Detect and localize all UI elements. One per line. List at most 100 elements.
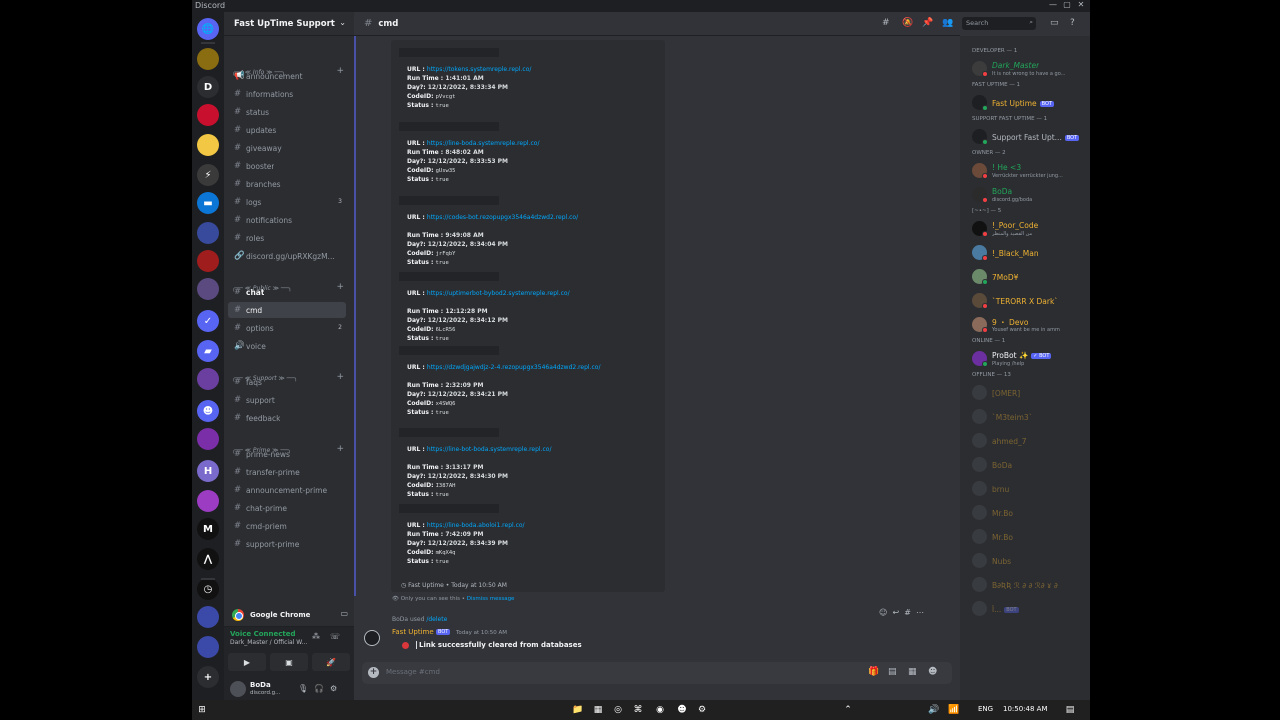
discord-taskbar-icon[interactable]: ☻ [676,704,688,716]
channel-item[interactable]: # cmd-priem [228,518,346,534]
close-window-button[interactable]: ✕ [1074,0,1088,9]
member-list-icon[interactable]: 👥 [942,18,953,28]
entry-url-link[interactable]: https://uptimerbot-bybod2.systemreple.re… [427,290,570,297]
member-item[interactable]: `TERORR X Dark` [968,290,1086,312]
guild-header[interactable]: Fast UpTime Support ⌄ [224,12,354,36]
opera-icon[interactable]: ◎ [612,704,624,716]
server-icon[interactable] [197,48,219,70]
scroll-track[interactable] [354,36,356,596]
file-explorer-icon[interactable]: 📁 [572,704,584,716]
headphones-icon[interactable]: 🎧 [314,684,324,693]
member-item[interactable]: !_Black_Man [968,242,1086,264]
channel-item[interactable]: # chat [228,284,346,300]
channel-item[interactable]: # roles [228,230,346,246]
member-item[interactable]: أ... BOT [968,598,1086,620]
activity-button[interactable]: 🚀 [312,653,350,671]
member-item[interactable]: ! He <3 Verrückter verrückter jung... [968,160,1086,182]
taskbar-clock[interactable]: 10:50:48 AM [1003,705,1048,713]
server-icon[interactable] [197,250,219,272]
server-icon[interactable] [197,490,219,512]
mic-icon[interactable]: 🎙 [298,684,308,693]
channel-item[interactable]: # announcement-prime [228,482,346,498]
sticker-icon[interactable]: ▦ [908,667,917,677]
share-screen-button[interactable]: ▣ [270,653,308,671]
channel-item[interactable]: # support-prime [228,536,346,552]
activity-row[interactable]: Google Chrome ▭ [224,606,354,624]
channel-item[interactable]: 🗓Events [228,44,346,48]
disconnect-icon[interactable]: ☏ [330,632,340,641]
screen-share-icon[interactable]: ▭ [340,609,348,618]
mute-bell-icon[interactable]: 🔕 [902,18,913,28]
server-icon[interactable] [197,428,219,450]
inbox-icon[interactable]: ▭ [1050,18,1059,28]
network-icon[interactable]: 📶 [948,704,960,716]
channel-item[interactable]: # status [228,104,346,120]
member-item[interactable]: Mr.Bo [968,502,1086,524]
gift-icon[interactable]: 🎁 [868,667,879,677]
member-item[interactable]: Dark_Master It is not wrong to have a go.… [968,58,1086,80]
voice-status[interactable]: Voice Connected [230,630,296,638]
member-item[interactable]: ahmed_7 [968,430,1086,452]
server-icon[interactable]: D [197,76,219,98]
server-icon[interactable] [197,104,219,126]
help-icon[interactable]: ? [1070,18,1075,28]
chrome-taskbar-icon[interactable]: ◉ [654,704,666,716]
server-icon[interactable] [197,222,219,244]
attach-plus-icon[interactable]: + [368,667,379,678]
maximize-button[interactable]: ▢ [1060,0,1074,9]
entry-url-link[interactable]: https://line-boda.systemreple.repl.co/ [427,140,540,147]
member-item[interactable]: Nubs [968,550,1086,572]
channel-item[interactable]: # prime-news [228,446,346,462]
entry-url-link[interactable]: https://codes-bot.rezopupgx3546a4dzwd2.r… [427,214,578,221]
member-item[interactable]: 9 ・ Devo Yousef want be me in amm [968,314,1086,336]
member-item[interactable]: [OMER] [968,382,1086,404]
member-item[interactable]: B∂ƦƦ ℛ ∂ ∂ ℛ∂ ɤ ∂ [968,574,1086,596]
server-icon[interactable]: M [197,518,219,540]
member-item[interactable]: Mr.Bo [968,526,1086,548]
message-author[interactable]: Fast Uptime [392,628,434,636]
server-icon[interactable]: H [197,460,219,482]
channel-item[interactable]: # informations [228,86,346,102]
gif-icon[interactable]: ▤ [888,667,897,677]
channel-item[interactable]: 🔊 voice [228,338,346,354]
add-reaction-icon[interactable]: ☺ [879,608,887,617]
server-icon[interactable]: 🌐 [197,18,219,40]
member-item[interactable]: !_Poor_Code من القصيد والمنظر [968,218,1086,240]
server-icon[interactable] [197,134,219,156]
server-icon[interactable]: ▰ [197,340,219,362]
member-item[interactable]: Fast Uptime BOT [968,92,1086,114]
server-icon[interactable] [197,278,219,300]
member-item[interactable]: 7MoD¥ [968,266,1086,288]
member-item[interactable]: Support Fast Upt... BOT [968,126,1086,148]
entry-url-link[interactable]: https://tokens.systemreple.repl.co/ [427,66,532,73]
thread-icon[interactable]: # [904,608,911,617]
message-input[interactable]: Message #cmd [386,668,440,676]
chevron-down-icon[interactable]: ⌄ [339,18,346,27]
settings-taskbar-icon[interactable]: ⚙ [696,704,708,716]
windows-start-icon[interactable]: ⊞ [196,704,208,716]
add-server-button[interactable]: + [197,666,219,688]
server-icon[interactable]: ▬ [197,192,219,214]
channel-item[interactable]: 📢 announcement [228,68,346,84]
channel-item[interactable]: # feedback [228,410,346,426]
server-icon[interactable]: ⚡ [197,164,219,186]
emoji-icon[interactable]: ☻ [928,667,937,677]
member-item[interactable]: BoDa discord.gg/boda [968,184,1086,206]
member-item[interactable]: brnu [968,478,1086,500]
channel-item[interactable]: # updates [228,122,346,138]
entry-url-link[interactable]: https://dzwdjgajwdjz-2-4.rezopupgx3546a4… [427,364,601,371]
avatar[interactable] [230,681,246,697]
avatar[interactable] [364,630,380,646]
server-icon[interactable]: ◷ [197,578,219,600]
channel-item[interactable]: # giveaway [228,140,346,156]
server-icon[interactable]: ✓ [197,310,219,332]
input-language[interactable]: ENG [978,705,993,713]
channel-item[interactable]: # cmd [228,302,346,318]
channel-item[interactable]: # booster [228,158,346,174]
command-user[interactable]: BoDa [392,616,408,623]
notifications-icon[interactable]: ▤ [1064,704,1076,716]
channel-item[interactable]: # branches [228,176,346,192]
more-icon[interactable]: ⋯ [916,608,924,617]
server-icon[interactable] [197,606,219,628]
member-item[interactable]: BoDa [968,454,1086,476]
